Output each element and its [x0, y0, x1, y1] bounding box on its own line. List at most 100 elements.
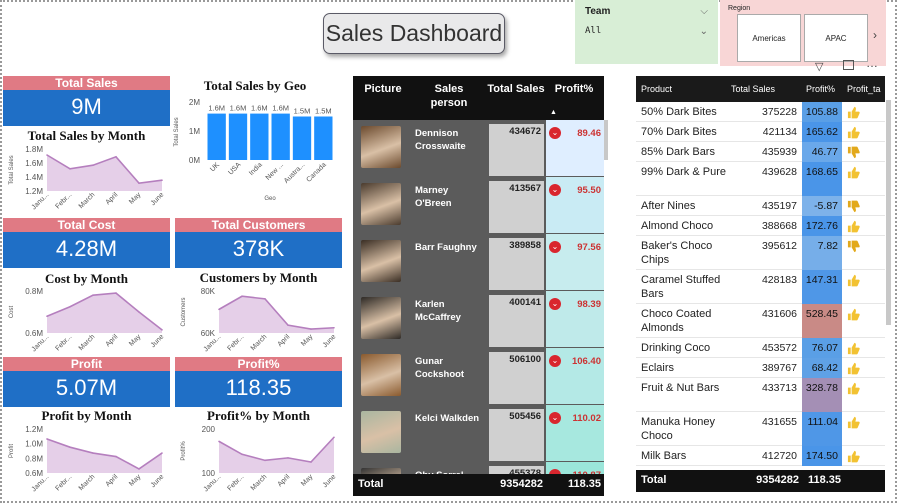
- salesperson-table[interactable]: Picture Sales person Total Sales Profit%…: [353, 76, 604, 496]
- data-point: [69, 168, 71, 170]
- product-name: 99% Dark & Pure: [641, 166, 726, 178]
- salesperson-name: Dennison Crosswaite: [415, 128, 466, 152]
- team-slicer[interactable]: Team ⌵ All ⌄: [575, 0, 718, 64]
- region-slicer-label: Region: [728, 5, 751, 12]
- page-title[interactable]: Sales Dashboard: [323, 13, 505, 54]
- salesperson-name: Marney O'Breen: [415, 185, 452, 209]
- product-row[interactable]: 50% Dark Bites 375228 105.88: [636, 102, 885, 122]
- col-header-product[interactable]: Product: [641, 84, 672, 94]
- product-row[interactable]: 70% Dark Bites 421134 165.62: [636, 122, 885, 142]
- salesperson-total-sales: 506100: [489, 352, 544, 404]
- data-point: [138, 468, 140, 470]
- product-row[interactable]: 99% Dark & Pure 439628 168.65: [636, 162, 885, 196]
- col-header-profit[interactable]: Profit%: [549, 82, 599, 96]
- product-row[interactable]: Drinking Coco 453572 76.07: [636, 338, 885, 358]
- kpi-label: Profit%: [175, 357, 342, 371]
- data-point: [333, 326, 335, 329]
- bar: [228, 113, 248, 160]
- col-header-profit[interactable]: Profit%: [806, 84, 835, 94]
- product-row[interactable]: Milk Bars 412720 174.50: [636, 446, 885, 466]
- product-row[interactable]: After Nines 435197 -5.87: [636, 196, 885, 216]
- thumbs-up-icon: [847, 166, 860, 179]
- product-row[interactable]: Manuka Honey Choco 431655 111.04: [636, 412, 885, 446]
- profit-pct-by-month-chart[interactable]: Profit%200100Janu... Febr... March April May…: [175, 423, 342, 495]
- product-row[interactable]: Baker's Choco Chips 395612 7.82: [636, 236, 885, 270]
- chart-title-profitpct-month: Profit% by Month: [206, 408, 311, 423]
- salesperson-name: Kelci Walkden: [415, 413, 480, 424]
- thumbs-down-icon: [847, 200, 860, 213]
- data-point: [161, 179, 163, 181]
- filter-icon[interactable]: ▽: [815, 60, 823, 73]
- total-sales-by-geo-chart[interactable]: Total Sales 2M 1M 0M 1.6M UK 1.6M USA 1.6M India 1…: [170, 92, 340, 204]
- col-header-salesperson[interactable]: Sales person: [423, 82, 475, 110]
- cost-by-month-chart[interactable]: Cost0.8M0.6MJanu... Febr... March April May J…: [3, 285, 170, 355]
- dropdown-chevron-icon[interactable]: ⌄: [700, 26, 708, 37]
- salesperson-row[interactable]: Dennison Crosswaite 434672 ⌄ 89.46: [353, 120, 604, 176]
- salesperson-photo: [361, 183, 401, 225]
- col-header-profit-target[interactable]: Profit_ta: [847, 84, 881, 94]
- y-tick-label: 1M: [189, 127, 200, 136]
- kpi-value: 378K: [232, 236, 285, 261]
- data-point: [310, 461, 312, 463]
- salesperson-row[interactable]: Barr Faughny 389858 ⌄ 97.56: [353, 234, 604, 290]
- salesperson-photo: [361, 411, 401, 453]
- x-tick-label: USA: [227, 161, 242, 176]
- chevron-right-icon[interactable]: ›: [873, 28, 877, 42]
- sort-ascending-icon[interactable]: ▲: [550, 109, 557, 116]
- x-tick-label: May: [300, 333, 315, 348]
- product-row[interactable]: Eclairs 389767 68.42: [636, 358, 885, 378]
- chevron-down-icon[interactable]: ⌵: [700, 6, 708, 17]
- product-profit: 147.31: [805, 274, 838, 286]
- thumbs-up-icon: [847, 382, 860, 395]
- thumbs-up-icon: [847, 220, 860, 233]
- col-header-picture[interactable]: Picture: [357, 82, 409, 96]
- total-profit-value: 118.35: [567, 478, 601, 490]
- customers-by-month-chart[interactable]: Customers80K60KJanu... Febr... March April M…: [175, 285, 342, 355]
- product-row[interactable]: Caramel Stuffed Bars 428183 147.31: [636, 270, 885, 304]
- salesperson-total-sales: 413567: [489, 181, 544, 233]
- data-label: 1.6M: [251, 104, 268, 113]
- product-scrollbar[interactable]: [886, 100, 891, 325]
- focus-mode-icon[interactable]: [843, 60, 854, 70]
- product-name: Baker's Choco Chips: [641, 240, 713, 266]
- product-profit: 528.45: [805, 308, 838, 320]
- data-point: [310, 328, 312, 330]
- col-header-total-sales[interactable]: Total Sales: [485, 82, 547, 96]
- x-tick-label: June: [322, 333, 338, 349]
- more-options-icon[interactable]: …: [866, 56, 878, 70]
- x-tick-label: April: [277, 333, 292, 348]
- salesperson-row[interactable]: Marney O'Breen 413567 ⌄ 95.50: [353, 177, 604, 233]
- col-header-total-sales[interactable]: Total Sales: [731, 84, 775, 94]
- kpi-label: Profit: [3, 357, 170, 371]
- data-label: 1.5M: [315, 107, 332, 116]
- product-profit: 328.78: [805, 382, 838, 394]
- product-row[interactable]: 85% Dark Bars 435939 46.77: [636, 142, 885, 162]
- area-fill: [47, 438, 162, 473]
- product-profit: -5.87: [814, 200, 838, 212]
- kpi-profit-pct: Profit% 118.35: [175, 357, 342, 407]
- salesperson-row[interactable]: Karlen McCaffrey 400141 ⌄ 98.39: [353, 291, 604, 347]
- salesperson-scrollbar[interactable]: [604, 120, 608, 160]
- axis-title-y: Customers: [181, 297, 187, 326]
- salesperson-profit: 110.02: [572, 413, 601, 424]
- bar: [314, 116, 333, 160]
- product-row[interactable]: Fruit & Nut Bars 433713 328.78: [636, 378, 885, 412]
- product-table[interactable]: Product Total Sales Profit% Profit_ta 50…: [636, 76, 885, 496]
- team-slicer-value[interactable]: All: [585, 26, 601, 36]
- y-tick-label: 1.4M: [25, 173, 43, 182]
- total-sales-by-month-chart[interactable]: Total Sales1.8M1.6M1.4M1.2MJanu... Febr..…: [3, 143, 170, 213]
- region-tile-apac[interactable]: APAC: [804, 14, 868, 62]
- salesperson-profit-cell: ⌄ 95.50: [546, 177, 604, 233]
- region-tile-americas[interactable]: Americas: [737, 14, 801, 62]
- x-tick-label: May: [300, 473, 315, 488]
- area-fill: [47, 293, 162, 333]
- salesperson-row[interactable]: Gunar Cockshoot 506100 ⌄ 106.40: [353, 348, 604, 404]
- profit-by-month-chart[interactable]: Profit1.2M1.0M0.8M0.6MJanu... Febr... Marc…: [3, 423, 170, 495]
- salesperson-row[interactable]: Kelci Walkden 505456 ⌄ 110.02: [353, 405, 604, 461]
- product-profit: 7.82: [817, 240, 838, 252]
- data-point: [287, 457, 289, 459]
- axis-title-y: Total Sales: [174, 117, 180, 146]
- product-total-sales: 375228: [761, 106, 797, 118]
- product-row[interactable]: Almond Choco 388668 172.76: [636, 216, 885, 236]
- product-row[interactable]: Choco Coated Almonds 431606 528.45: [636, 304, 885, 338]
